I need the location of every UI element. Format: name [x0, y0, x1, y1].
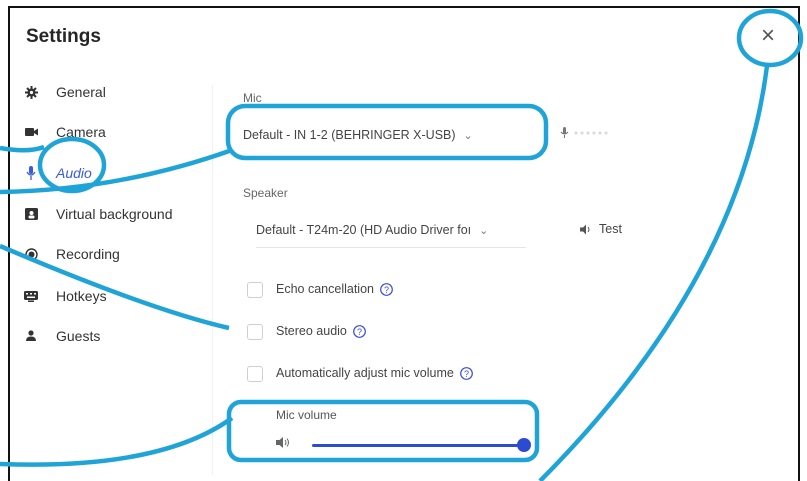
stereo-audio-row: Stereo audio ? [276, 324, 366, 338]
mic-level-indicator [560, 126, 620, 140]
sidebar-item-label: Hotkeys [56, 288, 107, 304]
echo-cancellation-checkbox[interactable] [247, 282, 263, 298]
gear-icon [24, 85, 38, 99]
echo-cancellation-label: Echo cancellation [276, 282, 374, 296]
dialog-title: Settings [26, 26, 101, 47]
echo-cancellation-row: Echo cancellation ? [276, 282, 393, 296]
mic-select-value: Default - IN 1-2 (BEHRINGER X-USB) [243, 128, 456, 142]
volume-icon [276, 436, 290, 454]
mic-volume-label: Mic volume [276, 408, 337, 422]
svg-text:?: ? [384, 285, 389, 295]
help-icon[interactable]: ? [380, 282, 393, 296]
help-icon[interactable]: ? [352, 324, 366, 338]
chevron-down-icon: ⌄ [479, 224, 489, 237]
svg-text:?: ? [357, 327, 362, 337]
mic-volume-slider-thumb[interactable] [517, 438, 531, 452]
auto-adjust-volume-checkbox[interactable] [247, 366, 263, 382]
sidebar-item-label: Audio [56, 165, 92, 181]
sidebar-item-hotkeys[interactable]: Hotkeys [24, 284, 107, 308]
speaker-label: Speaker [243, 186, 288, 200]
sidebar-item-label: Virtual background [56, 206, 173, 222]
speaker-select[interactable]: Default - T24m-20 (HD Audio Driver foı ⌄ [256, 213, 526, 248]
sidebar-item-audio[interactable]: Audio [24, 161, 92, 185]
record-icon [24, 247, 38, 261]
sidebar-item-virtual-background[interactable]: Virtual background [24, 202, 172, 226]
mic-label: Mic [243, 91, 262, 105]
sidebar-item-label: General [56, 84, 106, 100]
test-label: Test [599, 222, 622, 236]
mic-icon [24, 166, 38, 180]
chevron-down-icon: ⌄ [463, 129, 473, 142]
close-icon[interactable]: × [761, 24, 775, 48]
auto-adjust-volume-row: Automatically adjust mic volume ? [276, 366, 473, 380]
sidebar-item-general[interactable]: General [24, 80, 106, 104]
sidebar-item-label: Recording [56, 246, 120, 262]
svg-text:?: ? [464, 369, 469, 379]
sidebar-item-recording[interactable]: Recording [24, 242, 120, 266]
auto-adjust-volume-label: Automatically adjust mic volume [276, 366, 454, 380]
camera-icon [24, 125, 38, 139]
person-icon [24, 329, 38, 343]
sidebar-item-label: Camera [56, 124, 106, 140]
keyboard-icon [24, 289, 38, 303]
stereo-audio-label: Stereo audio [276, 324, 347, 338]
speaker-icon [580, 224, 592, 235]
help-icon[interactable]: ? [459, 366, 473, 380]
sidebar-divider [212, 85, 213, 475]
sidebar-item-guests[interactable]: Guests [24, 324, 100, 348]
sidebar-item-label: Guests [56, 328, 101, 344]
background-icon [24, 207, 38, 221]
mic-volume-slider-track[interactable] [312, 444, 524, 447]
test-speaker-button[interactable]: Test [580, 222, 622, 236]
sidebar-item-camera[interactable]: Camera [24, 120, 106, 144]
mic-select[interactable]: Default - IN 1-2 (BEHRINGER X-USB) ⌄ [243, 118, 473, 152]
stereo-audio-checkbox[interactable] [247, 324, 263, 340]
speaker-select-value: Default - T24m-20 (HD Audio Driver foı [256, 223, 472, 237]
